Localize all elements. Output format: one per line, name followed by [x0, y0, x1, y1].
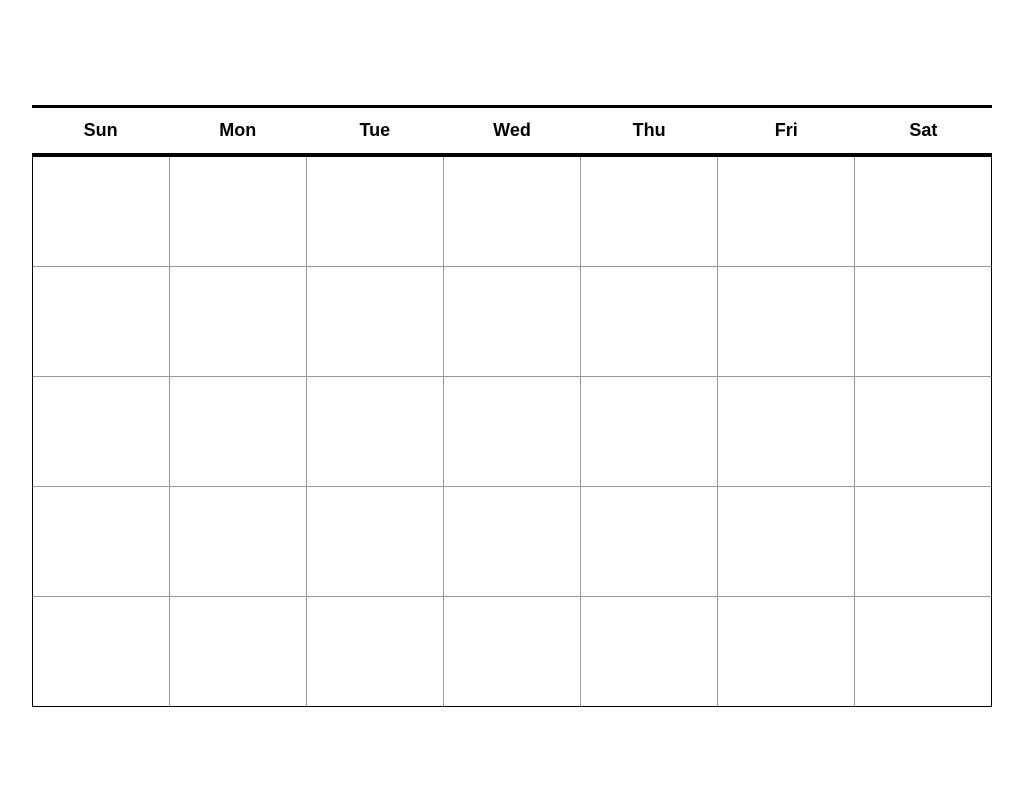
table-row[interactable]	[581, 267, 718, 377]
calendar: Sun Mon Tue Wed Thu Fri Sat	[32, 85, 992, 707]
calendar-grid	[32, 156, 992, 707]
table-row[interactable]	[170, 377, 307, 487]
table-row[interactable]	[855, 157, 992, 267]
table-row[interactable]	[307, 377, 444, 487]
day-header-sun: Sun	[32, 108, 169, 153]
day-header-thu: Thu	[581, 108, 718, 153]
table-row[interactable]	[718, 377, 855, 487]
table-row[interactable]	[718, 267, 855, 377]
table-row[interactable]	[33, 487, 170, 597]
table-row[interactable]	[307, 597, 444, 707]
table-row[interactable]	[170, 267, 307, 377]
calendar-header: Sun Mon Tue Wed Thu Fri Sat	[32, 105, 992, 156]
table-row[interactable]	[170, 157, 307, 267]
day-header-wed: Wed	[443, 108, 580, 153]
table-row[interactable]	[444, 487, 581, 597]
table-row[interactable]	[581, 597, 718, 707]
table-row[interactable]	[307, 487, 444, 597]
table-row[interactable]	[718, 487, 855, 597]
day-header-sat: Sat	[855, 108, 992, 153]
table-row[interactable]	[170, 597, 307, 707]
table-row[interactable]	[444, 597, 581, 707]
table-row[interactable]	[33, 597, 170, 707]
table-row[interactable]	[33, 157, 170, 267]
table-row[interactable]	[855, 377, 992, 487]
table-row[interactable]	[581, 377, 718, 487]
day-header-fri: Fri	[718, 108, 855, 153]
day-header-mon: Mon	[169, 108, 306, 153]
table-row[interactable]	[855, 267, 992, 377]
table-row[interactable]	[718, 157, 855, 267]
day-header-tue: Tue	[306, 108, 443, 153]
table-row[interactable]	[444, 267, 581, 377]
table-row[interactable]	[855, 487, 992, 597]
table-row[interactable]	[307, 267, 444, 377]
table-row[interactable]	[718, 597, 855, 707]
table-row[interactable]	[581, 487, 718, 597]
table-row[interactable]	[581, 157, 718, 267]
table-row[interactable]	[307, 157, 444, 267]
table-row[interactable]	[33, 377, 170, 487]
table-row[interactable]	[33, 267, 170, 377]
table-row[interactable]	[444, 377, 581, 487]
table-row[interactable]	[170, 487, 307, 597]
table-row[interactable]	[855, 597, 992, 707]
table-row[interactable]	[444, 157, 581, 267]
